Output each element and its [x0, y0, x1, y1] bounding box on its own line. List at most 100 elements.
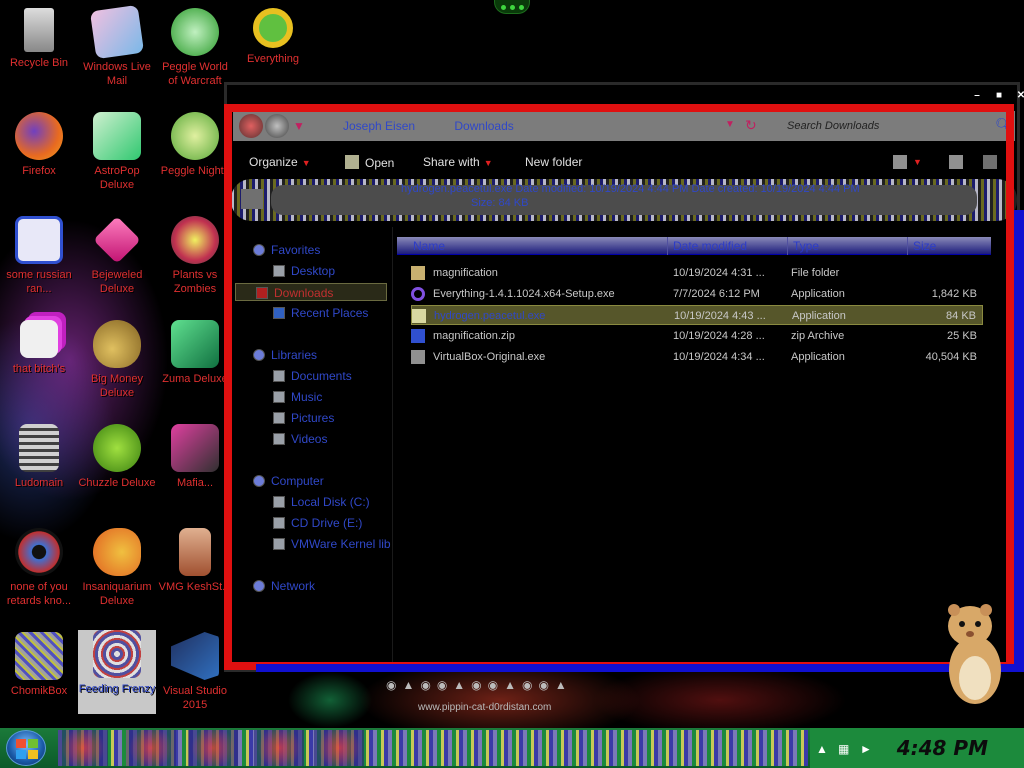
file-date: 10/19/2024 4:28 ...: [673, 330, 765, 342]
nav-favorites[interactable]: Favorites: [253, 241, 320, 259]
nav-videos[interactable]: Videos: [253, 430, 327, 448]
taskbar-button-game[interactable]: [188, 730, 238, 766]
nav-recent-places[interactable]: Recent Places: [253, 304, 368, 322]
column-header-name[interactable]: Name: [413, 239, 445, 253]
zip-icon: [411, 329, 425, 343]
back-button[interactable]: [239, 114, 263, 138]
close-button[interactable]: ✕: [1015, 91, 1024, 101]
desktop-icon-insaniquarium[interactable]: Insaniquarium Deluxe: [78, 528, 156, 608]
clock[interactable]: 4:48 PM: [897, 736, 988, 760]
desktop-icon-peggle-wow[interactable]: Peggle World of Warcraft: [156, 8, 234, 88]
desktop-icon-windows-live-mail[interactable]: Windows Live Mail: [78, 4, 156, 88]
new-folder-button[interactable]: New folder: [525, 155, 582, 169]
nav-network[interactable]: Network: [253, 577, 315, 595]
desktop-icon-plants-vs-zombies[interactable]: Plants vs Zombies: [156, 216, 234, 296]
refresh-icon[interactable]: ↻: [745, 117, 757, 134]
file-name: hydrogen.peacetul.exe: [434, 310, 546, 322]
wallpaper-icon-row: ◉▲◉◉▲◉◉▲◉◉▲: [386, 678, 573, 692]
visual-studio-icon: [171, 632, 219, 680]
views-chevron-icon[interactable]: ▼: [913, 157, 922, 167]
desktop-icon-that-bitchs[interactable]: that bitch's: [0, 320, 78, 376]
column-header-size[interactable]: Size: [913, 239, 936, 253]
network-icon: [253, 580, 265, 592]
desktop-icon-everything[interactable]: Everything: [234, 8, 312, 66]
taskbar-button-window[interactable]: [314, 730, 364, 766]
help-icon[interactable]: [983, 155, 997, 169]
open-button[interactable]: Open: [345, 155, 394, 170]
column-divider[interactable]: [907, 237, 908, 255]
search-input[interactable]: Search Downloads: [777, 116, 1011, 136]
file-name: Everything-1.4.1.1024.x64-Setup.exe: [433, 288, 615, 300]
desktop-icon-chomikbox[interactable]: ChomikBox: [0, 632, 78, 698]
views-icon[interactable]: [893, 155, 907, 169]
peggle-nights-icon: [171, 112, 219, 160]
nav-desktop[interactable]: Desktop: [253, 262, 335, 280]
nav-documents[interactable]: Documents: [253, 367, 352, 385]
file-size: 40,504 KB: [925, 351, 977, 363]
nav-pictures[interactable]: Pictures: [253, 409, 334, 427]
file-row[interactable]: magnification.zip 10/19/2024 4:28 ... zi…: [411, 326, 983, 346]
nav-vmware[interactable]: VMWare Kernel lib: [253, 535, 391, 553]
desktop-icon-astropop[interactable]: AstroPop Deluxe: [78, 112, 156, 192]
desktop-icon-vmg-kesh[interactable]: VMG KeshSt...: [156, 528, 234, 594]
organize-button[interactable]: Organize ▼: [249, 155, 311, 169]
desktop-icon-bejeweled[interactable]: Bejeweled Deluxe: [78, 216, 156, 296]
desktop-icon-big-money[interactable]: Big Money Deluxe: [78, 320, 156, 400]
breadcrumb-downloads[interactable]: Downloads: [454, 119, 513, 133]
desktop-icon-some-russian[interactable]: some russian ran...: [0, 216, 78, 296]
file-row[interactable]: magnification 10/19/2024 4:31 ... File f…: [411, 263, 983, 283]
recent-pages-chevron-icon[interactable]: ▼: [293, 119, 305, 133]
column-divider[interactable]: [667, 237, 668, 255]
column-header-date[interactable]: Date modified: [673, 239, 747, 253]
taskbar-button-media[interactable]: [126, 730, 176, 766]
documents-icon: [273, 370, 285, 382]
file-size: 84 KB: [946, 310, 976, 322]
desktop-icon-zuma[interactable]: Zuma Deluxe: [156, 320, 234, 386]
desktop-icon-recycle-bin[interactable]: Recycle Bin: [0, 8, 78, 70]
taskbar: ▲ ▦ ► 4:48 PM: [0, 728, 1024, 768]
chuzzle-icon: [93, 424, 141, 472]
tray-arrow-icon[interactable]: ▲: [816, 742, 828, 756]
folder-icon: [411, 266, 425, 280]
nav-libraries[interactable]: Libraries: [253, 346, 317, 364]
taskbar-button-app[interactable]: [254, 730, 304, 766]
search-icon[interactable]: 🔍︎: [995, 117, 1013, 134]
exe-icon: [412, 309, 426, 323]
star-icon: [253, 244, 265, 256]
desktop-icon-ludomain[interactable]: Ludomain: [0, 424, 78, 490]
nav-computer[interactable]: Computer: [253, 472, 324, 490]
column-divider[interactable]: [787, 237, 788, 255]
address-dropdown-chevron-icon[interactable]: ▼: [725, 119, 735, 130]
desktop-icon-mafia[interactable]: Mafia...: [156, 424, 234, 490]
cd-drive-icon: [273, 517, 285, 529]
volume-tray-icon[interactable]: ►: [860, 742, 872, 756]
network-tray-icon[interactable]: ▦: [838, 742, 849, 756]
nav-local-disk[interactable]: Local Disk (C:): [253, 493, 370, 511]
minimize-button[interactable]: –: [971, 91, 983, 101]
window-title-bar[interactable]: – ■ ✕: [227, 85, 1024, 107]
forward-button[interactable]: [265, 114, 289, 138]
pictures-icon: [273, 412, 285, 424]
file-row[interactable]: Everything-1.4.1.1024.x64-Setup.exe 7/7/…: [411, 284, 983, 304]
desktop-icon-chuzzle[interactable]: Chuzzle Deluxe: [78, 424, 156, 490]
desktop-icon-firefox[interactable]: Firefox: [0, 112, 78, 178]
desktop-icon-none-of-you[interactable]: none of you retards kno...: [0, 528, 78, 608]
nav-cd-drive[interactable]: CD Drive (E:): [253, 514, 362, 532]
file-row-selected[interactable]: hydrogen.peacetul.exe 10/19/2024 4:43 ..…: [411, 305, 983, 325]
desktop-icon-feeding-frenzy[interactable]: Feeding Frenzy: [78, 630, 156, 714]
share-with-button[interactable]: Share with ▼: [423, 155, 493, 169]
nav-music[interactable]: Music: [253, 388, 322, 406]
desktop-icon-visual-studio[interactable]: Visual Studio 2015: [156, 632, 234, 712]
taskbar-button-explorer[interactable]: [58, 730, 108, 766]
nav-downloads[interactable]: Downloads: [235, 283, 387, 301]
desktop-icon-peggle-nights[interactable]: Peggle Nights: [156, 112, 234, 178]
column-header-type[interactable]: Type: [793, 239, 819, 253]
preview-pane-icon[interactable]: [949, 155, 963, 169]
start-button[interactable]: [6, 730, 46, 766]
file-row[interactable]: VirtualBox-Original.exe 10/19/2024 4:34 …: [411, 347, 983, 367]
open-label: Open: [365, 156, 395, 170]
open-icon: [345, 155, 359, 169]
fish-icon: [93, 528, 141, 576]
breadcrumb-joseph-eisen[interactable]: Joseph Eisen: [343, 119, 415, 133]
maximize-button[interactable]: ■: [993, 91, 1005, 101]
